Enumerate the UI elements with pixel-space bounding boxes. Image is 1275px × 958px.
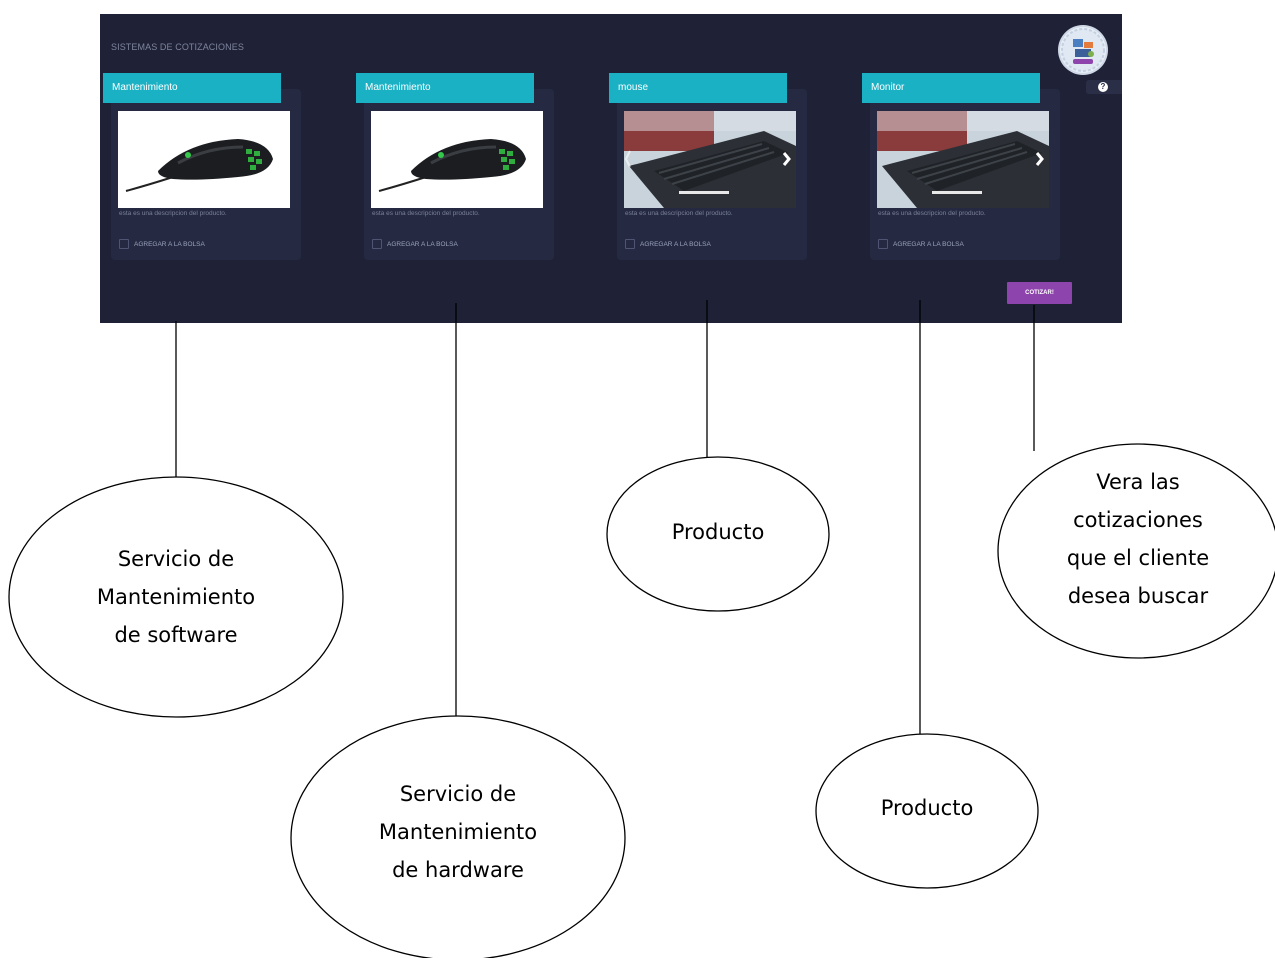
annotation-text: Servicio de Mantenimiento de software [96,547,256,647]
annotation-text: Servicio de Mantenimiento de hardware [378,782,538,882]
annotation-text: Producto [671,520,765,544]
annotation-text: Vera las cotizaciones que el cliente des… [1066,470,1210,608]
annotation-text: Producto [880,796,974,820]
